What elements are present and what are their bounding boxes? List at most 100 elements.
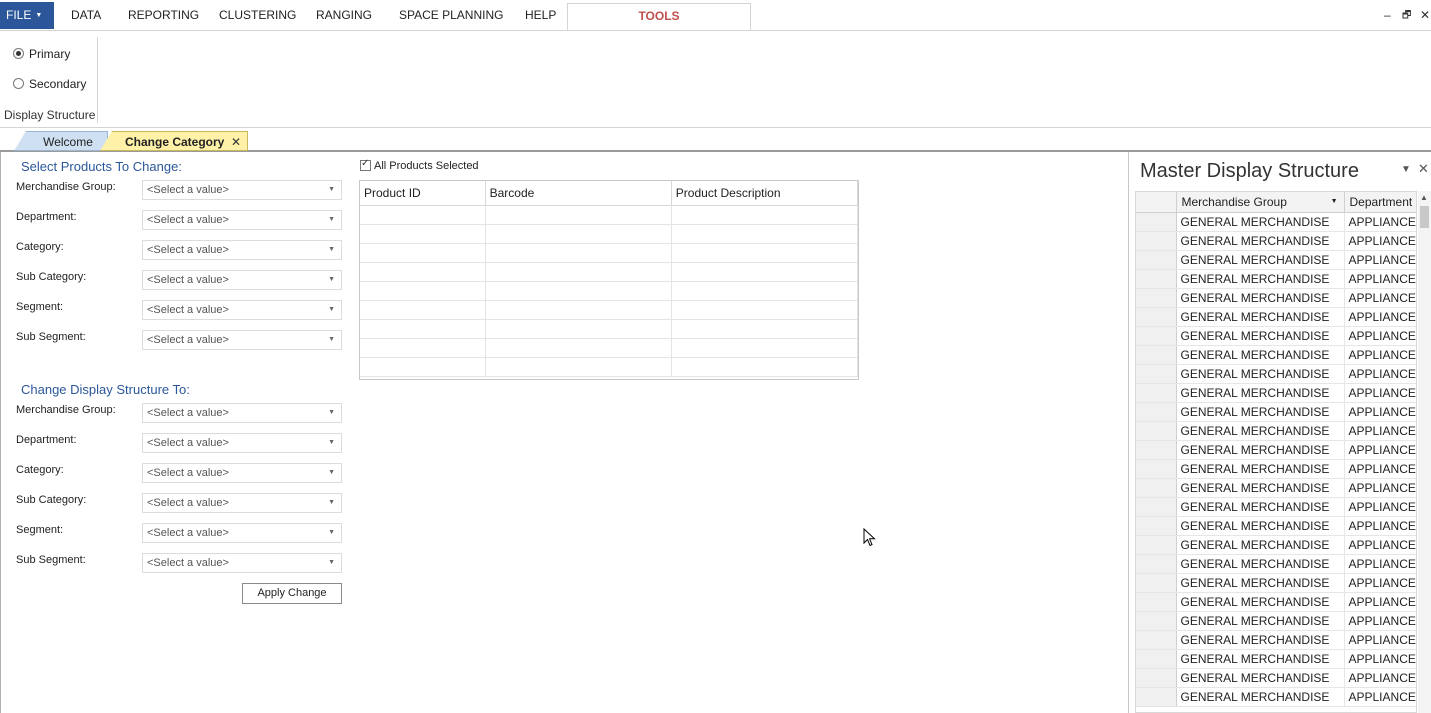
- table-row[interactable]: GENERAL MERCHANDISE APPLIANCES: [1136, 231, 1416, 251]
- file-menu-button[interactable]: FILE ▼: [0, 2, 54, 29]
- select-category-dropdown[interactable]: <Select a value> ▼: [142, 240, 342, 260]
- cell-merchandise-group[interactable]: GENERAL MERCHANDISE: [1176, 345, 1345, 365]
- row-header[interactable]: [1136, 440, 1177, 460]
- table-row[interactable]: [360, 357, 858, 377]
- cell-department[interactable]: APPLIANCES: [1344, 459, 1416, 479]
- cell-department[interactable]: APPLIANCES: [1344, 535, 1416, 555]
- table-row[interactable]: GENERAL MERCHANDISE APPLIANCES: [1136, 516, 1416, 536]
- cell-department[interactable]: APPLIANCES: [1344, 687, 1416, 707]
- row-header[interactable]: [1136, 611, 1177, 631]
- radio-secondary[interactable]: Secondary: [13, 77, 86, 91]
- cell-merchandise-group[interactable]: GENERAL MERCHANDISE: [1176, 535, 1345, 555]
- select-sub-category-dropdown[interactable]: <Select a value> ▼: [142, 270, 342, 290]
- row-header[interactable]: [1136, 307, 1177, 327]
- table-row[interactable]: GENERAL MERCHANDISE APPLIANCES: [1136, 668, 1416, 688]
- change-sub-segment-dropdown[interactable]: <Select a value> ▼: [142, 553, 342, 573]
- table-row[interactable]: GENERAL MERCHANDISE APPLIANCES: [1136, 345, 1416, 365]
- menu-help[interactable]: HELP: [525, 2, 556, 29]
- row-header[interactable]: [1136, 668, 1177, 688]
- row-header[interactable]: [1136, 687, 1177, 707]
- cell-department[interactable]: APPLIANCES: [1344, 345, 1416, 365]
- cell-department[interactable]: APPLIANCES: [1344, 421, 1416, 441]
- row-header[interactable]: [1136, 630, 1177, 650]
- row-header[interactable]: [1136, 212, 1177, 232]
- scrollbar-thumb[interactable]: [1420, 206, 1429, 228]
- column-header-product-description[interactable]: Product Description: [671, 181, 858, 206]
- row-header[interactable]: [1136, 364, 1177, 384]
- cell-department[interactable]: APPLIANCES: [1344, 611, 1416, 631]
- menu-data[interactable]: DATA: [71, 2, 101, 29]
- table-row[interactable]: GENERAL MERCHANDISE APPLIANCES: [1136, 611, 1416, 631]
- table-row[interactable]: GENERAL MERCHANDISE APPLIANCES: [1136, 250, 1416, 270]
- table-row[interactable]: [360, 300, 858, 320]
- cell-merchandise-group[interactable]: GENERAL MERCHANDISE: [1176, 421, 1345, 441]
- row-header[interactable]: [1136, 326, 1177, 346]
- table-row[interactable]: [360, 281, 858, 301]
- minimize-icon[interactable]: –: [1384, 8, 1391, 22]
- row-header[interactable]: [1136, 288, 1177, 308]
- cell-merchandise-group[interactable]: GENERAL MERCHANDISE: [1176, 402, 1345, 422]
- cell-department[interactable]: APPLIANCES: [1344, 231, 1416, 251]
- cell-merchandise-group[interactable]: GENERAL MERCHANDISE: [1176, 516, 1345, 536]
- table-row[interactable]: GENERAL MERCHANDISE APPLIANCES: [1136, 326, 1416, 346]
- cell-merchandise-group[interactable]: GENERAL MERCHANDISE: [1176, 269, 1345, 289]
- cell-department[interactable]: APPLIANCES: [1344, 307, 1416, 327]
- select-segment-dropdown[interactable]: <Select a value> ▼: [142, 300, 342, 320]
- select-department-dropdown[interactable]: <Select a value> ▼: [142, 210, 342, 230]
- row-header[interactable]: [1136, 554, 1177, 574]
- change-sub-category-dropdown[interactable]: <Select a value> ▼: [142, 493, 342, 513]
- cell-department[interactable]: APPLIANCES: [1344, 269, 1416, 289]
- cell-merchandise-group[interactable]: GENERAL MERCHANDISE: [1176, 212, 1345, 232]
- cell-department[interactable]: APPLIANCES: [1344, 630, 1416, 650]
- table-row[interactable]: [360, 262, 858, 282]
- table-row[interactable]: [360, 319, 858, 339]
- row-header[interactable]: [1136, 231, 1177, 251]
- cell-merchandise-group[interactable]: GENERAL MERCHANDISE: [1176, 611, 1345, 631]
- menu-space-planning[interactable]: SPACE PLANNING: [399, 2, 503, 29]
- select-merchandise-group-dropdown[interactable]: <Select a value> ▼: [142, 180, 342, 200]
- cell-department[interactable]: APPLIANCES: [1344, 497, 1416, 517]
- cell-department[interactable]: APPLIANCES: [1344, 326, 1416, 346]
- row-header-corner[interactable]: [1136, 192, 1177, 213]
- table-row[interactable]: GENERAL MERCHANDISE APPLIANCES: [1136, 535, 1416, 555]
- table-row[interactable]: GENERAL MERCHANDISE APPLIANCES: [1136, 421, 1416, 441]
- row-header[interactable]: [1136, 345, 1177, 365]
- tab-change-category[interactable]: Change Category ✕: [100, 131, 248, 151]
- row-header[interactable]: [1136, 535, 1177, 555]
- cell-department[interactable]: APPLIANCES: [1344, 383, 1416, 403]
- menu-reporting[interactable]: REPORTING: [128, 2, 199, 29]
- table-row[interactable]: GENERAL MERCHANDISE APPLIANCES: [1136, 592, 1416, 612]
- cell-merchandise-group[interactable]: GENERAL MERCHANDISE: [1176, 440, 1345, 460]
- cell-department[interactable]: APPLIANCES: [1344, 478, 1416, 498]
- close-icon[interactable]: ✕: [1418, 161, 1429, 177]
- cell-merchandise-group[interactable]: GENERAL MERCHANDISE: [1176, 288, 1345, 308]
- cell-department[interactable]: APPLIANCES: [1344, 288, 1416, 308]
- cell-department[interactable]: APPLIANCES: [1344, 440, 1416, 460]
- row-header[interactable]: [1136, 497, 1177, 517]
- table-row[interactable]: GENERAL MERCHANDISE APPLIANCES: [1136, 212, 1416, 232]
- table-row[interactable]: [360, 224, 858, 244]
- table-row[interactable]: [360, 243, 858, 263]
- cell-merchandise-group[interactable]: GENERAL MERCHANDISE: [1176, 497, 1345, 517]
- row-header[interactable]: [1136, 250, 1177, 270]
- table-row[interactable]: [360, 205, 858, 225]
- table-row[interactable]: GENERAL MERCHANDISE APPLIANCES: [1136, 288, 1416, 308]
- column-header-merchandise-group[interactable]: Merchandise Group ▼: [1176, 192, 1345, 213]
- row-header[interactable]: [1136, 459, 1177, 479]
- menu-clustering[interactable]: CLUSTERING: [219, 2, 296, 29]
- filter-dropdown-icon[interactable]: ▼: [1331, 198, 1338, 205]
- cell-department[interactable]: APPLIANCES: [1344, 402, 1416, 422]
- table-row[interactable]: GENERAL MERCHANDISE APPLIANCES: [1136, 573, 1416, 593]
- cell-department[interactable]: APPLIANCES: [1344, 250, 1416, 270]
- table-row[interactable]: GENERAL MERCHANDISE APPLIANCES: [1136, 459, 1416, 479]
- cell-merchandise-group[interactable]: GENERAL MERCHANDISE: [1176, 554, 1345, 574]
- column-header-department[interactable]: Department: [1344, 192, 1416, 213]
- cell-merchandise-group[interactable]: GENERAL MERCHANDISE: [1176, 326, 1345, 346]
- table-row[interactable]: GENERAL MERCHANDISE APPLIANCES: [1136, 269, 1416, 289]
- table-row[interactable]: GENERAL MERCHANDISE APPLIANCES: [1136, 307, 1416, 327]
- cell-merchandise-group[interactable]: GENERAL MERCHANDISE: [1176, 649, 1345, 669]
- table-row[interactable]: GENERAL MERCHANDISE APPLIANCES: [1136, 554, 1416, 574]
- cell-merchandise-group[interactable]: GENERAL MERCHANDISE: [1176, 364, 1345, 384]
- menu-ranging[interactable]: RANGING: [316, 2, 372, 29]
- change-merchandise-group-dropdown[interactable]: <Select a value> ▼: [142, 403, 342, 423]
